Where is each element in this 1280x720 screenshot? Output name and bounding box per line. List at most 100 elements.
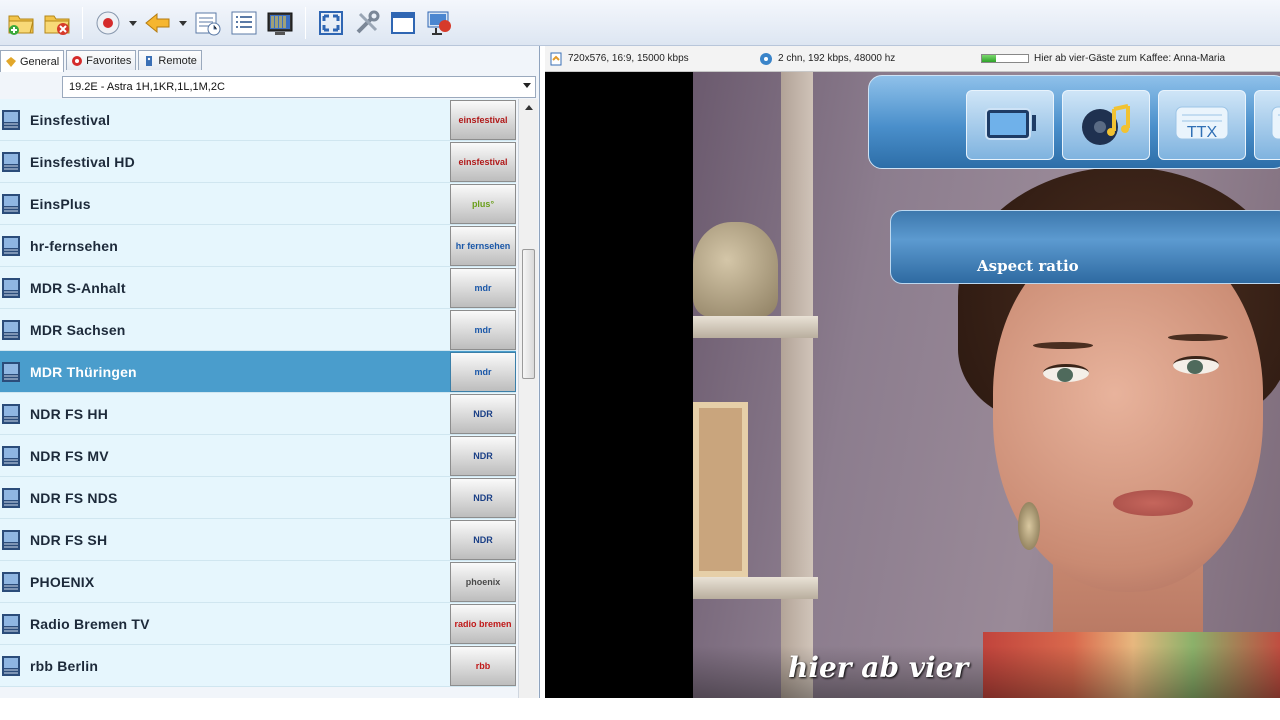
channel-row[interactable]: PHOENIX phoenix [0, 561, 516, 603]
audio-icon [759, 52, 773, 66]
status-bar: 720x576, 16:9, 15000 kbps 2 chn, 192 kbp… [545, 46, 1280, 72]
tab-strip: General Favorites Remote [0, 50, 202, 72]
tv-channel-icon [1, 486, 21, 510]
channel-row[interactable]: NDR FS SH NDR [0, 519, 516, 561]
channel-logo-mark: mdr [474, 283, 492, 293]
tv-icon[interactable] [263, 6, 297, 40]
channel-logo: radio bremen [450, 604, 516, 644]
channel-logo: NDR [450, 394, 516, 434]
channel-list: Einsfestival einsfestival Einsfestival HD e… [0, 99, 516, 698]
program-title: Hier ab vier-Gäste zum Kaffee: Anna-Mari… [1034, 53, 1226, 64]
channel-logo-mark: hr fernsehen [455, 241, 511, 251]
tab-favorites[interactable]: Favorites [66, 50, 137, 70]
subtitle-icon[interactable] [1254, 90, 1280, 160]
tv-channel-icon [1, 150, 21, 174]
channel-row[interactable]: EinsPlus plus° [0, 183, 516, 225]
tv-channel-icon [1, 360, 21, 384]
channel-name: NDR FS NDS [30, 489, 118, 506]
channel-logo-mark: rbb [475, 661, 491, 671]
channel-name: PHOENIX [30, 573, 95, 590]
list-icon[interactable] [227, 6, 261, 40]
video-area[interactable]: hier ab vier TTX Aspect ratio [545, 72, 1280, 698]
channel-logo-mark: NDR [473, 451, 493, 461]
channel-logo-mark: NDR [473, 409, 493, 419]
tv-channel-icon [1, 570, 21, 594]
channel-logo: NDR [450, 520, 516, 560]
channel-row[interactable]: MDR Sachsen mdr [0, 309, 516, 351]
tv-channel-icon [1, 276, 21, 300]
music-icon[interactable] [1062, 90, 1150, 160]
channel-name: Einsfestival HD [30, 153, 135, 170]
channel-logo-mark: einsfestival [458, 157, 508, 167]
channel-row[interactable]: Einsfestival einsfestival [0, 99, 516, 141]
aspect-ratio-panel[interactable]: Aspect ratio [890, 210, 1280, 284]
tv-channel-icon [1, 612, 21, 636]
tv-channel-icon [1, 402, 21, 426]
player-pane: 720x576, 16:9, 15000 kbps 2 chn, 192 kbp… [545, 46, 1280, 698]
channel-name: NDR FS MV [30, 447, 109, 464]
channel-name: Einsfestival [30, 111, 111, 128]
record-icon[interactable] [91, 6, 125, 40]
window-icon[interactable] [386, 6, 420, 40]
decor-vase [693, 222, 778, 317]
channel-row[interactable]: NDR FS HH NDR [0, 393, 516, 435]
channel-row[interactable]: Radio Bremen TV radio bremen [0, 603, 516, 645]
tab-label: Favorites [86, 54, 132, 67]
tab-remote[interactable]: Remote [138, 50, 202, 70]
fullscreen-icon[interactable] [314, 6, 348, 40]
channel-logo-mark: radio bremen [454, 619, 512, 629]
back-icon[interactable] [141, 6, 175, 40]
channel-row[interactable]: MDR Thüringen mdr [0, 351, 516, 393]
channel-row[interactable]: NDR FS MV NDR [0, 435, 516, 477]
tab-general[interactable]: General [0, 50, 65, 72]
channel-row[interactable]: NDR FS NDS NDR [0, 477, 516, 519]
audio-info-text: 2 chn, 192 kbps, 48000 hz [778, 53, 896, 64]
open-folder-icon[interactable] [4, 6, 38, 40]
channel-name: NDR FS SH [30, 531, 108, 548]
tv-channel-icon [1, 108, 21, 132]
chevron-down-icon[interactable] [177, 6, 189, 40]
channel-logo-mark: mdr [474, 325, 492, 335]
channel-logo-mark: mdr [474, 367, 492, 377]
channel-panel: General Favorites Remote 19.2E - Astra 1… [0, 46, 540, 698]
osd-menu: TTX [868, 75, 1280, 169]
shelf [693, 316, 818, 338]
channel-name: EinsPlus [30, 195, 91, 212]
channel-name: rbb Berlin [30, 657, 99, 674]
tv-channel-icon [1, 654, 21, 678]
channel-logo-mark: phoenix [465, 577, 501, 587]
satellite-select[interactable]: 19.2E - Astra 1H,1KR,1L,1M,2C [62, 76, 536, 98]
screen-icon[interactable] [966, 90, 1054, 160]
channel-row[interactable]: rbb Berlin rbb [0, 645, 516, 687]
channel-logo: hr fernsehen [450, 226, 516, 266]
channel-row[interactable]: MDR S-Anhalt mdr [0, 267, 516, 309]
channel-logo: einsfestival [450, 142, 516, 182]
channel-row[interactable]: hr-fernsehen hr fernsehen [0, 225, 516, 267]
channel-logo: NDR [450, 478, 516, 518]
close-folder-icon[interactable] [40, 6, 74, 40]
tab-label: General [20, 55, 60, 68]
settings-icon[interactable] [350, 6, 384, 40]
channel-logo-mark: plus° [471, 199, 495, 209]
program-caption: hier ab vier [788, 651, 969, 684]
channel-list-scrollbar[interactable] [518, 99, 538, 698]
chevron-down-icon[interactable] [127, 6, 139, 40]
tv-channel-icon [1, 318, 21, 342]
signal-meter [981, 54, 1029, 63]
satellite-select-value: 19.2E - Astra 1H,1KR,1L,1M,2C [69, 81, 225, 93]
toolbar-separator [305, 6, 306, 39]
channel-logo: NDR [450, 436, 516, 476]
channel-name: hr-fernsehen [30, 237, 118, 254]
teletext-icon[interactable]: TTX [1158, 90, 1246, 160]
picture-frame [693, 402, 748, 577]
signal-level-fill [982, 55, 996, 62]
aspect-ratio-label: Aspect ratio [977, 257, 1079, 275]
toolbar [0, 0, 1280, 46]
channel-name: NDR FS HH [30, 405, 109, 422]
network-icon[interactable] [422, 6, 456, 40]
scrollbar-thumb[interactable] [522, 249, 535, 379]
audio-info: 2 chn, 192 kbps, 48000 hz [759, 52, 973, 66]
schedule-icon[interactable] [191, 6, 225, 40]
scroll-up-icon[interactable] [525, 105, 533, 110]
channel-row[interactable]: Einsfestival HD einsfestival [0, 141, 516, 183]
